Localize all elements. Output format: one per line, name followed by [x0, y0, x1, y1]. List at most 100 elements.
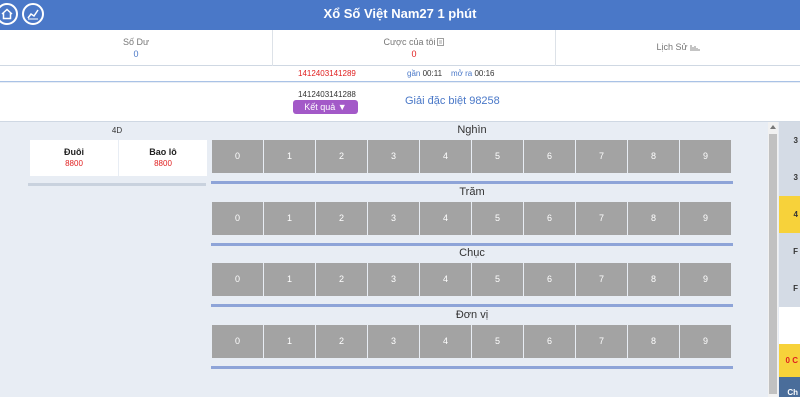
right-panel-item[interactable]: 3 — [779, 159, 800, 196]
digit-button[interactable]: 4 — [420, 140, 471, 173]
open-label: mở ra — [451, 69, 473, 78]
mode-card-value: 8800 — [65, 159, 83, 168]
digit-button[interactable]: 6 — [524, 202, 575, 235]
section-divider — [211, 366, 733, 369]
scroll-up-arrow-icon[interactable] — [770, 125, 776, 129]
digit-row: 0 1 2 3 4 5 6 7 8 9 — [211, 263, 733, 297]
top-bar: Xổ Số Việt Nam27 1 phút — [0, 0, 800, 30]
section-title: Trăm — [459, 186, 485, 198]
history-label-wrap: Lịch Sử — [556, 42, 800, 52]
digit-button[interactable]: 7 — [576, 263, 627, 296]
mode-divider — [28, 183, 206, 186]
open-time: 00:16 — [474, 69, 495, 78]
digit-button[interactable]: 3 — [368, 325, 419, 358]
right-panel-item[interactable]: 4 — [779, 196, 800, 233]
digit-button[interactable]: 2 — [316, 263, 367, 296]
history-panel[interactable]: Lịch Sử — [556, 30, 800, 66]
mode-cards: Đuôi 8800 Bao lô 8800 — [28, 140, 207, 176]
digit-button[interactable]: 0 — [212, 263, 263, 296]
open-countdown: mở ra 00:16 — [451, 69, 495, 78]
digit-button[interactable]: 7 — [576, 140, 627, 173]
current-period-id: 1412403141289 — [298, 69, 356, 78]
digit-button[interactable]: 9 — [680, 325, 731, 358]
digit-row: 0 1 2 3 4 5 6 7 8 9 — [211, 202, 733, 236]
digit-button[interactable]: 1 — [264, 325, 315, 358]
page-title: Xổ Số Việt Nam27 1 phút — [323, 6, 477, 21]
my-bets-label-wrap: Cược của tôi — [273, 37, 555, 47]
right-panel-item[interactable]: 0 C — [779, 344, 800, 377]
digit-button[interactable]: 5 — [472, 202, 523, 235]
digit-button[interactable]: 1 — [264, 202, 315, 235]
digit-button[interactable]: 9 — [680, 140, 731, 173]
digit-button[interactable]: 5 — [472, 263, 523, 296]
digit-button[interactable]: 2 — [316, 140, 367, 173]
period-bar: 1412403141289 gần 00:11 mở ra 00:16 — [0, 66, 800, 82]
mode-card-bao-lo[interactable]: Bao lô 8800 — [119, 140, 207, 176]
mode-card-name: Đuôi — [64, 147, 84, 157]
digit-button[interactable]: 6 — [524, 325, 575, 358]
balance-panel: Số Dư 0 — [0, 30, 273, 66]
my-bets-label: Cược của tôi — [383, 37, 436, 47]
close-time: 00:11 — [422, 69, 443, 78]
section-title: Nghìn — [457, 124, 487, 136]
right-side-panel: 3 3 4 F F 0 C Ch — [779, 122, 800, 397]
digit-button[interactable]: 3 — [368, 263, 419, 296]
digit-button[interactable]: 2 — [316, 202, 367, 235]
vertical-scrollbar[interactable] — [768, 122, 778, 397]
right-panel-item[interactable]: Ch — [779, 377, 800, 397]
my-bets-panel[interactable]: Cược của tôi 0 — [273, 30, 556, 66]
digit-button[interactable]: 7 — [576, 325, 627, 358]
section-thousands: Nghìn 0 1 2 3 4 5 6 7 8 9 — [211, 122, 733, 184]
scroll-thumb[interactable] — [769, 134, 777, 394]
digit-button[interactable]: 1 — [264, 140, 315, 173]
result-dropdown-button[interactable]: Kết quả ▼ — [293, 100, 358, 114]
digit-button[interactable]: 8 — [628, 202, 679, 235]
section-hundreds: Trăm 0 1 2 3 4 5 6 7 8 9 — [211, 184, 733, 246]
stats-bar: Số Dư 0 Cược của tôi 0 Lịch Sử — [0, 30, 800, 66]
digit-row: 0 1 2 3 4 5 6 7 8 9 — [211, 140, 733, 174]
history-label: Lịch Sử — [656, 42, 688, 52]
digit-button[interactable]: 9 — [680, 202, 731, 235]
section-title: Đơn vị — [455, 309, 489, 321]
close-countdown: gần 00:11 — [407, 69, 442, 78]
digit-button[interactable]: 4 — [420, 202, 471, 235]
right-panel-item[interactable]: 3 — [779, 122, 800, 159]
digit-button[interactable]: 5 — [472, 325, 523, 358]
digit-button[interactable]: 4 — [420, 325, 471, 358]
digit-button[interactable]: 9 — [680, 263, 731, 296]
mode-card-duoi[interactable]: Đuôi 8800 — [30, 140, 118, 176]
digit-button[interactable]: 0 — [212, 325, 263, 358]
section-title: Chục — [459, 247, 485, 259]
mode-card-value: 8800 — [154, 159, 172, 168]
right-panel-item — [779, 307, 800, 344]
digit-button[interactable]: 6 — [524, 263, 575, 296]
mode-card-name: Bao lô — [149, 147, 177, 157]
digit-button[interactable]: 3 — [368, 140, 419, 173]
balance-value: 0 — [133, 49, 139, 59]
digit-button[interactable]: 7 — [576, 202, 627, 235]
digit-button[interactable]: 0 — [212, 202, 263, 235]
section-units: Đơn vị 0 1 2 3 4 5 6 7 8 9 — [211, 307, 733, 369]
digit-button[interactable]: 1 — [264, 263, 315, 296]
digit-button[interactable]: 0 — [212, 140, 263, 173]
digit-button[interactable]: 8 — [628, 140, 679, 173]
digit-button[interactable]: 3 — [368, 202, 419, 235]
bar-chart-icon — [690, 45, 700, 51]
previous-period-id: 1412403141288 — [298, 90, 356, 99]
digit-button[interactable]: 4 — [420, 263, 471, 296]
right-panel-item[interactable]: F — [779, 270, 800, 307]
bet-mode-panel: 4D Đuôi 8800 Bao lô 8800 — [28, 122, 207, 186]
document-icon — [437, 38, 445, 46]
digit-button[interactable]: 8 — [628, 325, 679, 358]
result-bar: 1412403141288 Kết quả ▼ Giải đặc biệt 98… — [0, 83, 800, 122]
close-label: gần — [407, 69, 421, 78]
digit-button[interactable]: 2 — [316, 325, 367, 358]
mode-label: 4D — [111, 126, 123, 135]
digit-row: 0 1 2 3 4 5 6 7 8 9 — [211, 325, 733, 359]
right-panel-item[interactable]: F — [779, 233, 800, 270]
section-tens: Chục 0 1 2 3 4 5 6 7 8 9 — [211, 245, 733, 307]
special-prize-text: Giải đặc biệt 98258 — [405, 95, 500, 107]
digit-button[interactable]: 8 — [628, 263, 679, 296]
digit-button[interactable]: 5 — [472, 140, 523, 173]
digit-button[interactable]: 6 — [524, 140, 575, 173]
